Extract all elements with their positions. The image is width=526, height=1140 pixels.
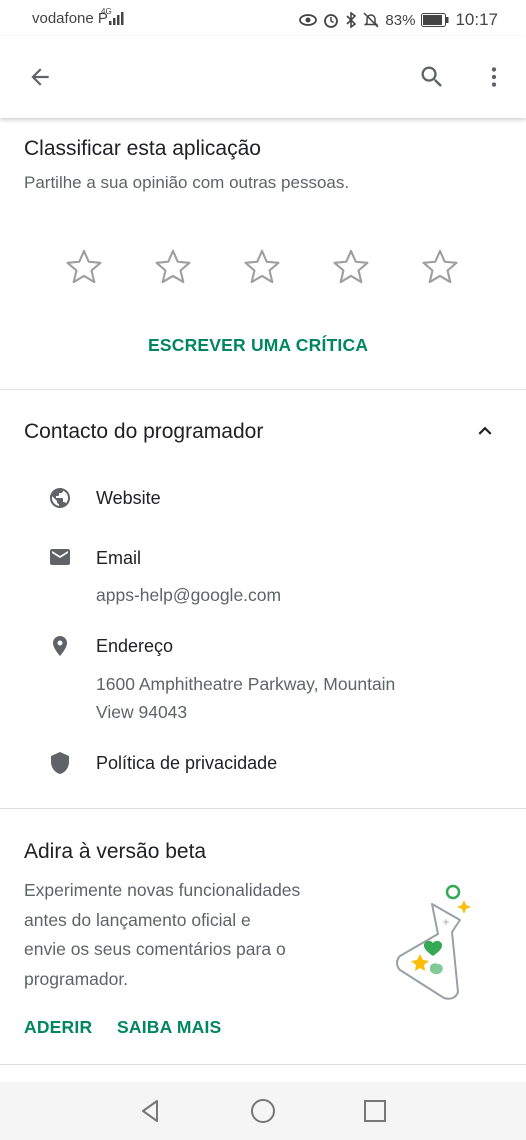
- collapse-button[interactable]: [465, 411, 505, 451]
- website-link[interactable]: Website: [96, 488, 161, 509]
- back-triangle-icon[interactable]: [136, 1096, 166, 1126]
- developer-contact-title[interactable]: Contacto do programador: [24, 420, 263, 444]
- beta-description-line: programador.: [24, 968, 129, 989]
- bluetooth-icon: [346, 12, 357, 28]
- learn-more-button[interactable]: SAIBA MAIS: [117, 1017, 221, 1038]
- chevron-up-icon: [478, 426, 492, 435]
- recents-square-icon[interactable]: [360, 1096, 390, 1126]
- back-button[interactable]: [20, 57, 60, 97]
- more-options-button[interactable]: [474, 57, 514, 97]
- signal-icon: [109, 12, 124, 25]
- status-bar: vodafone P 4G 83% 10:17: [0, 0, 526, 36]
- divider: [0, 389, 526, 390]
- carrier-name: vodafone P: [32, 10, 108, 27]
- rate-app-title: Classificar esta aplicação: [24, 137, 261, 160]
- join-beta-button[interactable]: ADERIR: [24, 1017, 92, 1038]
- beta-description-line: Experimente novas funcionalidades: [24, 880, 301, 900]
- alarm-icon: [324, 14, 339, 28]
- address-value[interactable]: 1600 Amphitheatre Parkway, Mountain View…: [96, 670, 395, 726]
- star-rating: [0, 246, 526, 290]
- beta-description-line: antes do lançamento oficial e: [24, 909, 251, 930]
- beta-title: Adira à versão beta: [24, 840, 207, 863]
- star-3-icon[interactable]: [241, 246, 283, 288]
- address-label[interactable]: Endereço: [96, 636, 173, 657]
- divider: [0, 808, 526, 809]
- privacy-policy-link[interactable]: Política de privacidade: [96, 753, 277, 774]
- write-review-button[interactable]: ESCREVER UMA CRÍTICA: [148, 335, 368, 356]
- beta-description-line: envie os seus comentários para o: [24, 939, 286, 959]
- location-pin-icon: [53, 636, 67, 656]
- email-value[interactable]: apps-help@google.com: [96, 581, 281, 609]
- divider: [0, 1064, 526, 1065]
- system-navigation-bar: [0, 1082, 526, 1140]
- star-1-icon[interactable]: [63, 246, 105, 288]
- clock-time: 10:17: [455, 10, 498, 29]
- beta-flask-illustration: [396, 884, 471, 1000]
- search-button[interactable]: [412, 57, 452, 97]
- star-2-icon[interactable]: [152, 246, 194, 288]
- globe-icon: [50, 488, 70, 508]
- back-arrow-icon: [31, 68, 49, 86]
- mute-bell-icon: [363, 12, 379, 28]
- email-icon: [50, 549, 70, 565]
- app-bar: [0, 36, 526, 118]
- beta-description: Experimente novas funcionalidades antes …: [24, 876, 374, 994]
- email-label[interactable]: Email: [96, 548, 141, 569]
- rate-app-subtitle: Partilhe a sua opinião com outras pessoa…: [24, 173, 350, 192]
- battery-percent: 83%: [385, 11, 416, 29]
- search-icon: [421, 66, 442, 87]
- address-line-2: View 94043: [96, 702, 188, 722]
- home-circle-icon[interactable]: [248, 1096, 278, 1126]
- address-line-1: 1600 Amphitheatre Parkway, Mountain: [96, 674, 396, 694]
- star-5-icon[interactable]: [419, 246, 461, 288]
- battery-icon: [421, 13, 449, 27]
- more-vert-icon: [491, 67, 497, 87]
- eye-icon: [299, 14, 318, 26]
- shield-icon: [51, 752, 69, 774]
- star-4-icon[interactable]: [330, 246, 372, 288]
